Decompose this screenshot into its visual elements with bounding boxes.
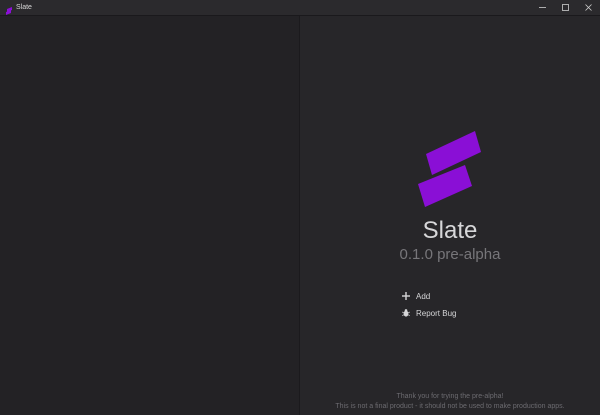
project-sidebar: [0, 16, 300, 415]
app-icon: [5, 3, 13, 15]
slate-logo: [415, 131, 485, 213]
close-icon: [585, 4, 592, 11]
close-button[interactable]: [577, 0, 600, 15]
minimize-button[interactable]: [531, 0, 554, 15]
welcome-panel: Slate 0.1.0 pre-alpha Add Report Bug Tha…: [300, 16, 600, 415]
maximize-icon: [562, 4, 569, 11]
report-bug-label: Report Bug: [416, 308, 457, 318]
app-name: Slate: [422, 217, 478, 244]
window-title: Slate: [16, 4, 32, 11]
maximize-button[interactable]: [554, 0, 577, 15]
title-bar[interactable]: Slate: [0, 0, 600, 16]
plus-icon: [401, 291, 411, 301]
footer-disclaimer: This is not a final product - it should …: [335, 403, 565, 410]
app-window: Slate Slate 0.1.0 pre-alpha Add Report B…: [0, 0, 600, 415]
bug-icon: [401, 308, 411, 318]
add-button[interactable]: Add: [401, 289, 430, 303]
minimize-icon: [539, 7, 546, 8]
report-bug-button[interactable]: Report Bug: [401, 306, 456, 320]
add-label: Add: [416, 291, 431, 301]
app-version: 0.1.0 pre-alpha: [399, 246, 501, 263]
footer-thanks: Thank you for trying the pre-alpha!: [396, 393, 504, 400]
